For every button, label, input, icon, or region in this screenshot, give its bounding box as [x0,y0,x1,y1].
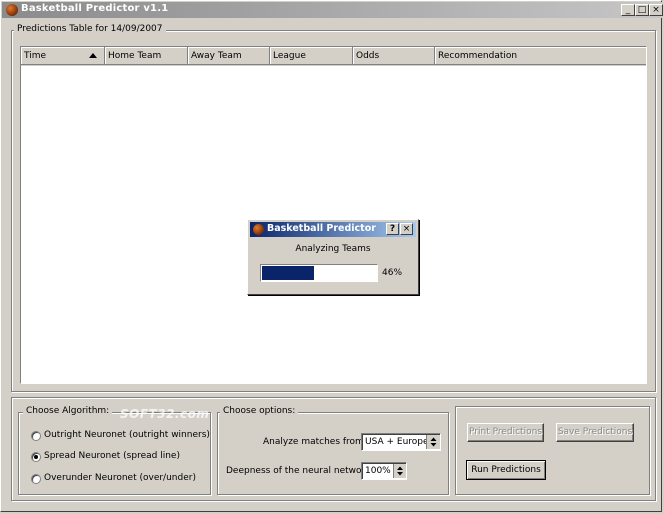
watermark: SOFT32.com [120,407,210,421]
column-header-away-team[interactable]: Away Team [188,47,270,65]
analyze-matches-value: USA + Europe [365,437,429,447]
progress-bar-fill [262,266,314,280]
dialog-close-button[interactable]: × [400,223,413,235]
predictions-table[interactable]: Time Home Team Away Team League Odds Rec… [20,46,647,384]
predictions-group-label: Predictions Table for 14/09/2007 [14,24,166,34]
table-header: Time Home Team Away Team League Odds Rec… [21,47,646,66]
overunder-neuronet-radio[interactable] [31,474,41,484]
progress-dialog: Basketball Predictor ? × Analyzing Teams… [247,219,419,295]
actions-group [455,406,650,495]
print-predictions-button[interactable]: Print Predictions [467,423,544,442]
basketball-icon [6,4,18,16]
progress-bar [260,264,378,282]
analyze-matches-label: Analyze matches from: [263,437,367,447]
title-bar[interactable]: Basketball Predictor v1.1 _ □ × [2,2,663,18]
outright-neuronet-radio[interactable] [31,431,41,441]
network-depth-spinbox[interactable]: 100% [361,462,407,480]
help-button[interactable]: ? [386,223,399,235]
spread-neuronet-radio[interactable] [31,452,41,462]
options-group [217,412,449,495]
minimize-button[interactable]: _ [621,4,635,16]
column-header-recommendation[interactable]: Recommendation [435,47,646,65]
window-title: Basketball Predictor v1.1 [21,3,169,14]
sort-ascending-icon [89,53,97,58]
column-header-league[interactable]: League [270,47,353,65]
network-depth-label: Deepness of the neural network: [226,466,374,476]
outright-neuronet-label[interactable]: Outright Neuronet (outright winners) [44,430,210,440]
algorithm-group-label: Choose Algorithm: [23,406,113,416]
save-predictions-button[interactable]: Save Predictions [556,423,634,442]
updown-arrows-icon[interactable] [426,435,440,449]
spread-neuronet-label[interactable]: Spread Neuronet (spread line) [44,451,180,461]
progress-percent: 46% [382,268,403,278]
dialog-title: Basketball Predictor [267,223,376,234]
analyze-matches-select[interactable]: USA + Europe [361,433,441,451]
column-header-odds[interactable]: Odds [353,47,435,65]
overunder-neuronet-label[interactable]: Overunder Neuronet (over/under) [44,473,196,483]
dialog-title-bar[interactable]: Basketball Predictor ? × [250,222,416,237]
spin-arrows-icon[interactable] [393,464,406,478]
close-button[interactable]: × [649,4,663,16]
options-group-label: Choose options: [220,406,299,416]
run-predictions-button[interactable]: Run Predictions [466,460,546,480]
column-header-home-team[interactable]: Home Team [105,47,188,65]
column-header-time[interactable]: Time [21,47,105,65]
maximize-button[interactable]: □ [635,4,649,16]
basketball-icon [253,224,264,235]
network-depth-value: 100% [365,466,391,476]
progress-message: Analyzing Teams [295,244,371,254]
